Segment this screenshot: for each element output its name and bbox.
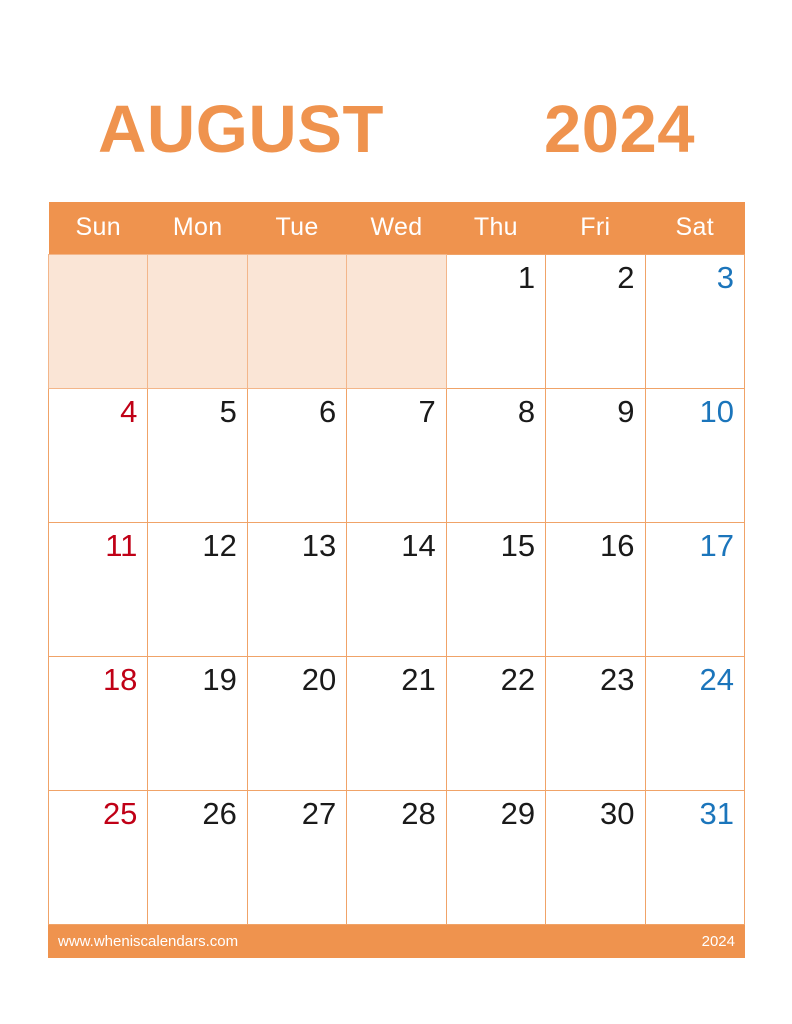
calendar-cell-empty <box>246 253 348 389</box>
calendar-day-cell[interactable]: 29 <box>445 789 547 925</box>
day-number: 28 <box>401 795 436 831</box>
day-number: 14 <box>401 527 436 563</box>
calendar-cell-empty <box>47 253 149 389</box>
calendar-day-cell[interactable]: 19 <box>147 655 248 791</box>
calendar-day-cell[interactable]: 4 <box>47 387 149 523</box>
calendar-day-cell[interactable]: 14 <box>346 521 447 657</box>
day-number: 17 <box>699 527 734 563</box>
footer-year: 2024 <box>701 933 735 950</box>
calendar-day-cell[interactable]: 3 <box>644 253 746 389</box>
day-number: 10 <box>699 393 734 429</box>
day-number: 6 <box>319 393 337 429</box>
calendar-body: 1 2 3 4 5 6 7 8 9 10 11 12 13 14 15 16 17 18 19 20 21 22 23 24 2… <box>47 253 746 925</box>
weekday-header-thu: Thu <box>446 202 546 254</box>
day-number: 8 <box>517 393 536 429</box>
calendar-day-cell[interactable]: 15 <box>445 521 547 657</box>
day-number: 31 <box>699 795 734 831</box>
calendar-day-cell[interactable]: 27 <box>246 789 348 925</box>
day-number: 24 <box>699 661 734 697</box>
day-number: 9 <box>617 393 635 429</box>
weekday-header-mon: Mon <box>147 202 248 254</box>
calendar-page: AUGUST 2024 Sun Mon Tue Wed Thu Fri Sat 123456… <box>0 0 792 1024</box>
day-number: 5 <box>219 393 237 429</box>
calendar-day-cell[interactable]: 12 <box>147 521 248 657</box>
weekday-header-sun: Sun <box>48 202 148 254</box>
calendar-day-cell[interactable]: 6 <box>246 387 348 523</box>
calendar-day-cell[interactable]: 18 <box>47 655 149 791</box>
day-number: 23 <box>600 661 635 697</box>
day-number: 18 <box>102 661 138 697</box>
calendar-week-row: 4 5 6 7 8 9 10 <box>47 387 746 523</box>
calendar-day-cell[interactable]: 13 <box>246 521 348 657</box>
calendar-day-cell[interactable]: 23 <box>545 655 646 791</box>
day-number: 27 <box>301 795 337 831</box>
calendar-day-cell[interactable]: 21 <box>346 655 447 791</box>
day-number: 1 <box>517 259 536 295</box>
day-number: 21 <box>401 661 436 697</box>
calendar-day-cell[interactable]: 1 <box>445 253 547 389</box>
calendar-day-cell[interactable]: 22 <box>445 655 547 791</box>
weekday-header-sat: Sat <box>645 202 745 254</box>
day-number: 20 <box>301 661 337 697</box>
calendar-week-row: 18 19 20 21 22 23 24 <box>47 655 746 791</box>
calendar-day-cell[interactable]: 2 <box>545 253 646 389</box>
calendar-day-cell[interactable]: 30 <box>545 789 646 925</box>
calendar-week-row: 25 26 27 28 29 30 31 <box>47 789 746 925</box>
footer-website[interactable]: www.wheniscalendars.com <box>58 934 238 949</box>
calendar-day-cell[interactable]: 25 <box>47 789 149 925</box>
calendar-day-cell[interactable]: 26 <box>147 789 248 925</box>
page-title-month: AUGUST <box>98 91 384 167</box>
calendar-day-cell[interactable]: 8 <box>445 387 547 523</box>
day-number: 26 <box>202 795 237 831</box>
day-number: 29 <box>500 795 536 831</box>
calendar-day-cell[interactable]: 28 <box>346 789 447 925</box>
weekday-header-row: Sun Mon Tue Wed Thu Fri Sat <box>48 202 745 254</box>
calendar-day-cell[interactable]: 10 <box>644 387 746 523</box>
calendar-day-cell[interactable]: 20 <box>246 655 348 791</box>
day-number: 2 <box>617 259 635 295</box>
day-number: 22 <box>500 661 536 697</box>
calendar-day-cell[interactable]: 24 <box>644 655 746 791</box>
calendar-day-cell[interactable]: 7 <box>346 387 447 523</box>
day-number: 15 <box>500 527 536 563</box>
calendar-cell-empty <box>147 253 248 389</box>
day-number: 30 <box>600 795 635 831</box>
calendar-day-cell[interactable]: 31 <box>644 789 746 925</box>
footer-bar: www.wheniscalendars.com 2024 <box>48 925 745 958</box>
day-number: 19 <box>202 661 237 697</box>
weekday-header-wed: Wed <box>346 202 447 254</box>
day-number: 13 <box>301 527 337 563</box>
calendar-day-cell[interactable]: 17 <box>644 521 746 657</box>
weekday-header-tue: Tue <box>247 202 347 254</box>
weekday-header-fri: Fri <box>545 202 646 254</box>
calendar-title: AUGUST 2024 <box>48 86 745 172</box>
day-number: 4 <box>120 393 138 429</box>
calendar-day-cell[interactable]: 11 <box>47 521 149 657</box>
day-number: 3 <box>716 259 734 295</box>
calendar-grid: Sun Mon Tue Wed Thu Fri Sat 1 2 3 4 5 6 7 8 9 10 11 12 13 1… <box>47 202 746 925</box>
calendar-week-row: 1 2 3 <box>47 253 746 389</box>
day-number: 12 <box>202 527 237 563</box>
day-number: 25 <box>102 795 138 831</box>
calendar-cell-empty <box>346 253 447 389</box>
day-number: 11 <box>105 527 138 563</box>
calendar-day-cell[interactable]: 5 <box>147 387 248 523</box>
calendar-day-cell[interactable]: 9 <box>545 387 646 523</box>
calendar-week-row: 11 12 13 14 15 16 17 <box>47 521 746 657</box>
page-title-year: 2024 <box>543 91 695 167</box>
calendar-day-cell[interactable]: 16 <box>545 521 646 657</box>
day-number: 7 <box>418 393 436 429</box>
day-number: 16 <box>600 527 635 563</box>
